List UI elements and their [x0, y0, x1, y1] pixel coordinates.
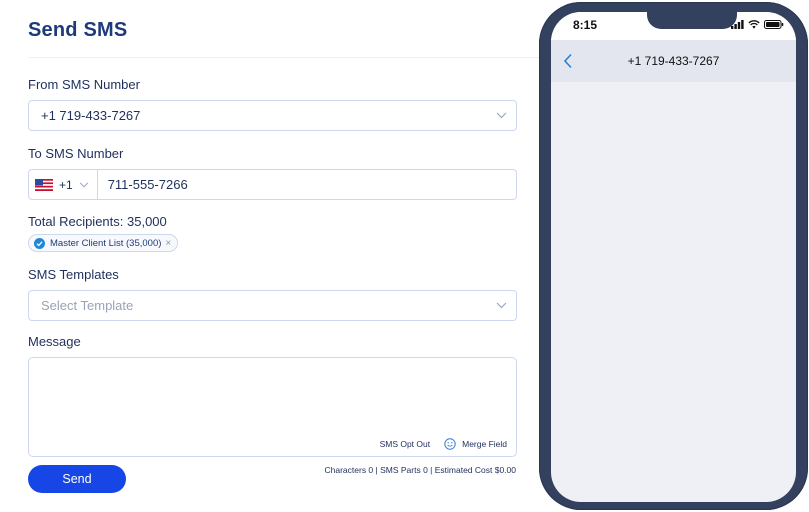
us-flag-icon — [35, 178, 53, 191]
merge-field-link[interactable]: Merge Field — [462, 439, 507, 449]
chat-header: +1 719-433-7267 — [551, 40, 796, 82]
to-number-input[interactable]: 711-555-7266 — [98, 177, 188, 192]
country-code-select[interactable]: +1 — [29, 170, 98, 199]
sms-opt-out-link[interactable]: SMS Opt Out — [380, 439, 431, 449]
wifi-icon — [748, 20, 760, 29]
phone-notch — [647, 12, 737, 29]
from-number-label: From SMS Number — [28, 77, 140, 92]
total-recipients-label: Total Recipients: 35,000 — [28, 214, 167, 229]
chevron-left-icon[interactable] — [563, 53, 573, 69]
chevron-down-icon — [486, 112, 516, 119]
status-time: 8:15 — [573, 18, 598, 32]
remove-chip-icon[interactable]: × — [165, 238, 171, 249]
dial-code: +1 — [59, 177, 73, 192]
template-select[interactable]: Select Template — [28, 290, 517, 321]
message-label: Message — [28, 334, 81, 349]
chip-label: Master Client List (35,000) — [50, 237, 162, 249]
to-number-field: +1 711-555-7266 — [28, 169, 517, 200]
chat-contact-number: +1 719-433-7267 — [627, 54, 720, 68]
from-number-select[interactable]: +1 719-433-7267 — [28, 100, 517, 131]
chevron-down-icon — [79, 181, 88, 187]
title-divider — [28, 57, 548, 58]
message-toolbar: SMS Opt Out Merge Field — [380, 438, 507, 450]
check-circle-icon — [34, 237, 45, 249]
phone-screen: 8:15 +1 719-433-7267 — [551, 12, 796, 502]
page-title: Send SMS — [28, 19, 128, 41]
sms-counter: Characters 0 | SMS Parts 0 | Estimated C… — [324, 465, 517, 475]
to-number-label: To SMS Number — [28, 146, 124, 161]
status-icons — [731, 20, 784, 29]
sms-templates-label: SMS Templates — [28, 267, 119, 282]
template-placeholder: Select Template — [41, 298, 134, 313]
phone-preview: 8:15 +1 719-433-7267 — [539, 2, 808, 510]
message-textarea[interactable]: SMS Opt Out Merge Field — [28, 357, 517, 457]
from-number-value: +1 719-433-7267 — [41, 108, 141, 123]
battery-icon — [764, 20, 784, 29]
recipient-list-chip: Master Client List (35,000) × — [28, 234, 179, 252]
emoji-icon[interactable] — [444, 438, 456, 450]
send-button[interactable]: Send — [28, 465, 126, 493]
chevron-down-icon — [486, 302, 516, 309]
